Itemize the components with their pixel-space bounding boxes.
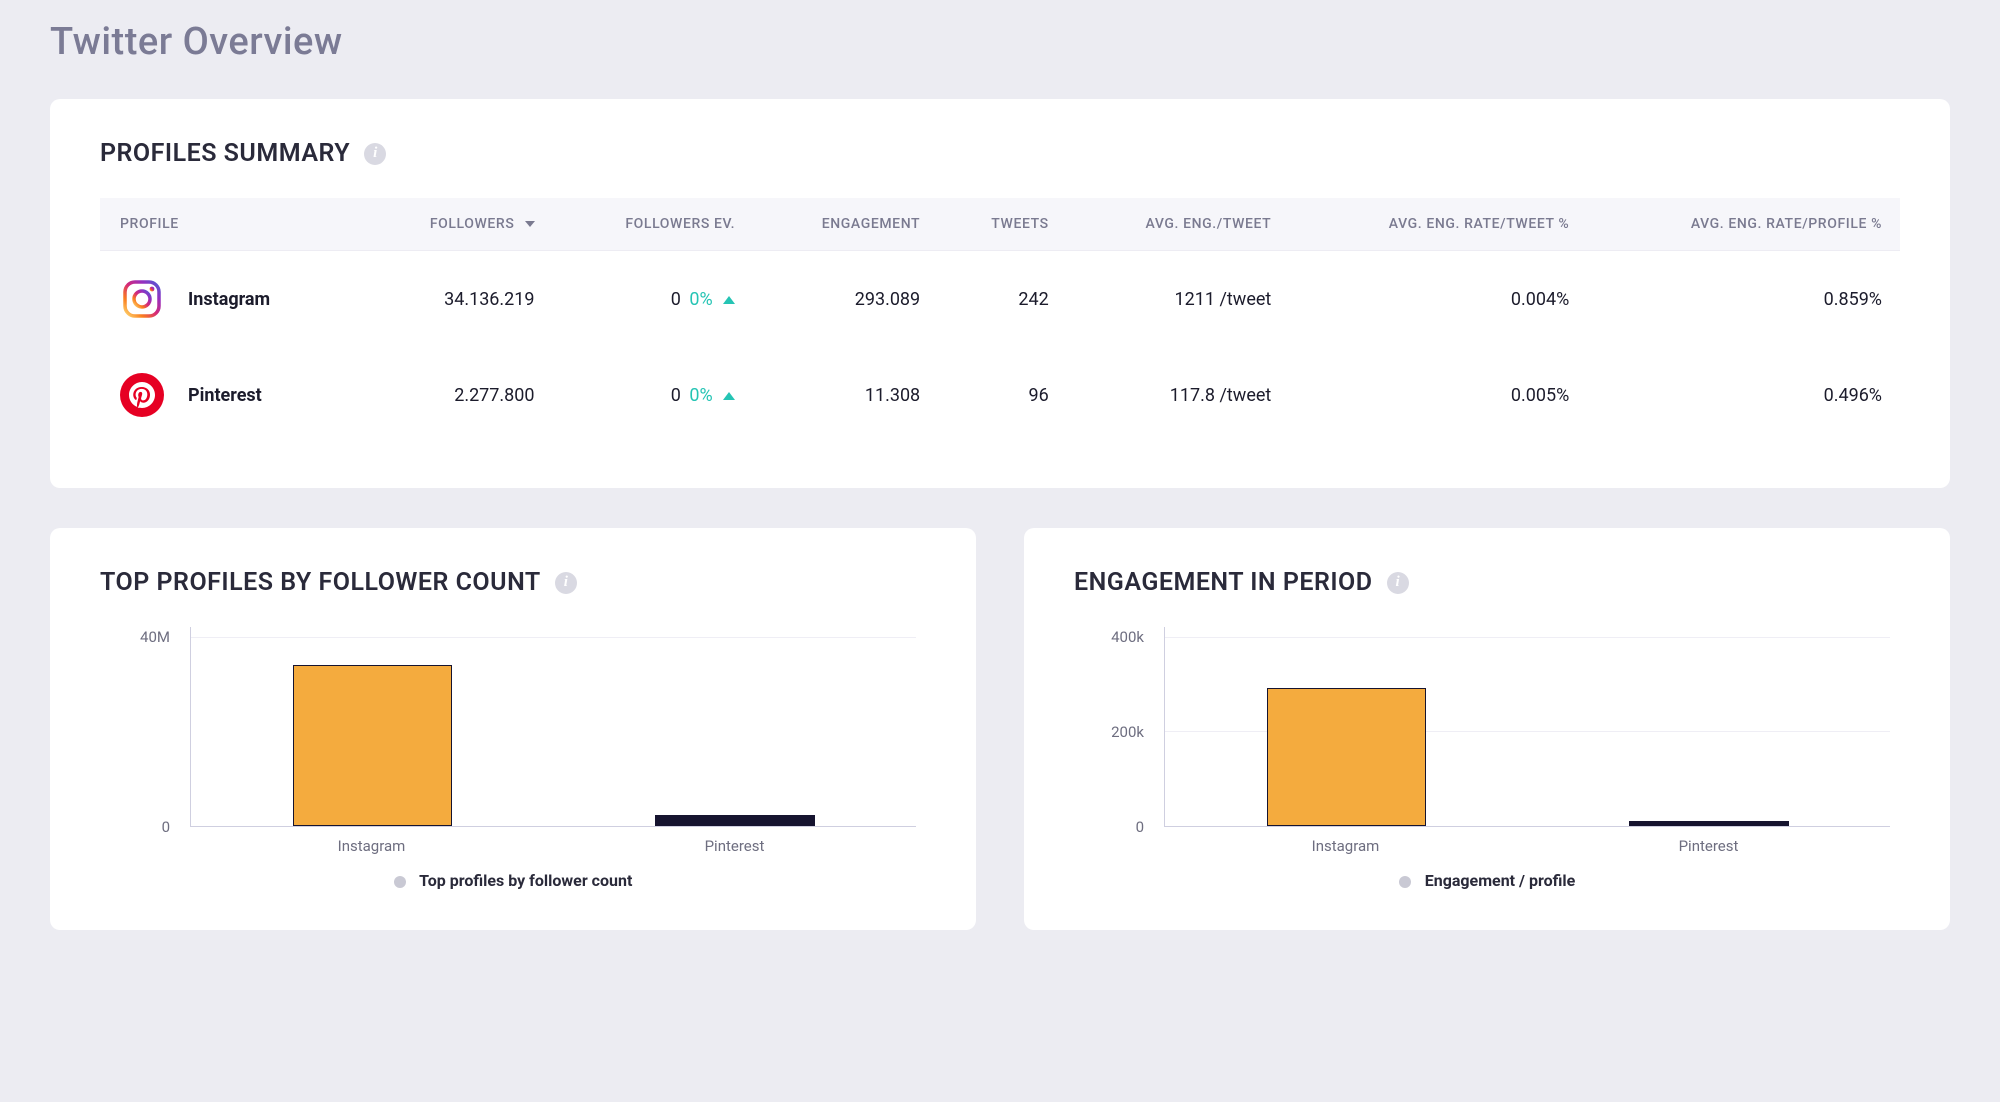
- page-title: Twitter Overview: [50, 0, 1950, 99]
- legend-dot-icon: [1399, 876, 1411, 888]
- top-profiles-chart-panel: TOP PROFILES BY FOLLOWER COUNT i 40M 0 I…: [50, 528, 976, 930]
- grid-line: [191, 637, 916, 638]
- instagram-icon: [120, 277, 164, 321]
- trend-up-icon: [723, 296, 735, 304]
- y-tick: 0: [100, 818, 170, 836]
- info-icon[interactable]: i: [364, 143, 386, 165]
- top-profiles-title: TOP PROFILES BY FOLLOWER COUNT: [100, 568, 541, 597]
- engagement-chart: 400k 200k 0 Instagram Pinterest: [1074, 627, 1900, 857]
- cell-followers-ev: 0 0%: [553, 347, 754, 443]
- ev-pct: 0%: [689, 385, 712, 406]
- y-axis: 400k 200k 0: [1074, 627, 1154, 827]
- y-axis: 40M 0: [100, 627, 180, 827]
- col-profile[interactable]: PROFILE: [100, 198, 359, 251]
- cell-engagement: 11.308: [753, 347, 938, 443]
- y-tick: 40M: [100, 628, 170, 646]
- profiles-table: PROFILE FOLLOWERS FOLLOWERS EV. ENGAGEME…: [100, 198, 1900, 443]
- legend-label: Top profiles by follower count: [419, 871, 632, 890]
- cell-avg-eng-tweet: 1211 /tweet: [1067, 251, 1290, 348]
- chart-legend: Top profiles by follower count: [100, 871, 926, 890]
- charts-row: TOP PROFILES BY FOLLOWER COUNT i 40M 0 I…: [50, 528, 1950, 930]
- cell-tweets: 242: [938, 251, 1067, 348]
- x-label: Pinterest: [1527, 831, 1890, 857]
- col-avg-eng-rate-tweet[interactable]: AVG. ENG. RATE/TWEET %: [1289, 198, 1587, 251]
- x-axis-labels: Instagram Pinterest: [1164, 831, 1890, 857]
- table-row[interactable]: Pinterest 2.277.800 0 0% 11.308 96 117.8…: [100, 347, 1900, 443]
- y-tick: 200k: [1074, 723, 1144, 741]
- profile-name: Pinterest: [188, 385, 262, 406]
- cell-avg-rate-tweet: 0.005%: [1289, 347, 1587, 443]
- profiles-summary-heading: PROFILES SUMMARY i: [100, 139, 1900, 168]
- table-header-row: PROFILE FOLLOWERS FOLLOWERS EV. ENGAGEME…: [100, 198, 1900, 251]
- cell-avg-rate-tweet: 0.004%: [1289, 251, 1587, 348]
- pinterest-icon: [120, 373, 164, 417]
- trend-up-icon: [723, 392, 735, 400]
- col-avg-eng-rate-profile[interactable]: AVG. ENG. RATE/PROFILE %: [1587, 198, 1900, 251]
- bar-instagram[interactable]: [1267, 688, 1427, 827]
- engagement-heading: ENGAGEMENT IN PERIOD i: [1074, 568, 1900, 597]
- y-tick: 400k: [1074, 628, 1144, 646]
- y-tick: 0: [1074, 818, 1144, 836]
- cell-avg-eng-tweet: 117.8 /tweet: [1067, 347, 1290, 443]
- profile-cell-pinterest: Pinterest: [120, 373, 341, 417]
- bar-pinterest[interactable]: [655, 815, 815, 826]
- profile-name: Instagram: [188, 289, 270, 310]
- legend-label: Engagement / profile: [1425, 871, 1576, 890]
- cell-avg-rate-profile: 0.859%: [1587, 251, 1900, 348]
- info-icon[interactable]: i: [1387, 572, 1409, 594]
- x-label: Instagram: [190, 831, 553, 857]
- ev-pct: 0%: [689, 289, 712, 310]
- cell-engagement: 293.089: [753, 251, 938, 348]
- col-avg-eng-tweet[interactable]: AVG. ENG./TWEET: [1067, 198, 1290, 251]
- chart-legend: Engagement / profile: [1074, 871, 1900, 890]
- bar-pinterest[interactable]: [1629, 821, 1789, 826]
- top-profiles-chart: 40M 0 Instagram Pinterest: [100, 627, 926, 857]
- info-icon[interactable]: i: [555, 572, 577, 594]
- cell-tweets: 96: [938, 347, 1067, 443]
- sort-desc-icon: [525, 221, 535, 227]
- engagement-title: ENGAGEMENT IN PERIOD: [1074, 568, 1373, 597]
- legend-dot-icon: [394, 876, 406, 888]
- cell-followers: 2.277.800: [359, 347, 553, 443]
- col-followers-ev[interactable]: FOLLOWERS EV.: [553, 198, 754, 251]
- col-engagement[interactable]: ENGAGEMENT: [753, 198, 938, 251]
- col-followers[interactable]: FOLLOWERS: [359, 198, 553, 251]
- table-row[interactable]: Instagram 34.136.219 0 0% 293.089 242 12…: [100, 251, 1900, 348]
- cell-followers-ev: 0 0%: [553, 251, 754, 348]
- plot-area: [190, 627, 916, 827]
- engagement-chart-panel: ENGAGEMENT IN PERIOD i 400k 200k 0 Insta…: [1024, 528, 1950, 930]
- x-axis-labels: Instagram Pinterest: [190, 831, 916, 857]
- plot-area: [1164, 627, 1890, 827]
- col-followers-label: FOLLOWERS: [430, 216, 515, 232]
- ev-value: 0: [671, 385, 681, 406]
- x-label: Pinterest: [553, 831, 916, 857]
- cell-followers: 34.136.219: [359, 251, 553, 348]
- ev-value: 0: [671, 289, 681, 310]
- top-profiles-heading: TOP PROFILES BY FOLLOWER COUNT i: [100, 568, 926, 597]
- x-label: Instagram: [1164, 831, 1527, 857]
- col-tweets[interactable]: TWEETS: [938, 198, 1067, 251]
- grid-line: [1165, 637, 1890, 638]
- cell-avg-rate-profile: 0.496%: [1587, 347, 1900, 443]
- profile-cell-instagram: Instagram: [120, 277, 341, 321]
- bar-instagram[interactable]: [293, 665, 453, 826]
- profiles-summary-panel: PROFILES SUMMARY i PROFILE FOLLOWERS FOL…: [50, 99, 1950, 488]
- profiles-summary-title: PROFILES SUMMARY: [100, 139, 350, 168]
